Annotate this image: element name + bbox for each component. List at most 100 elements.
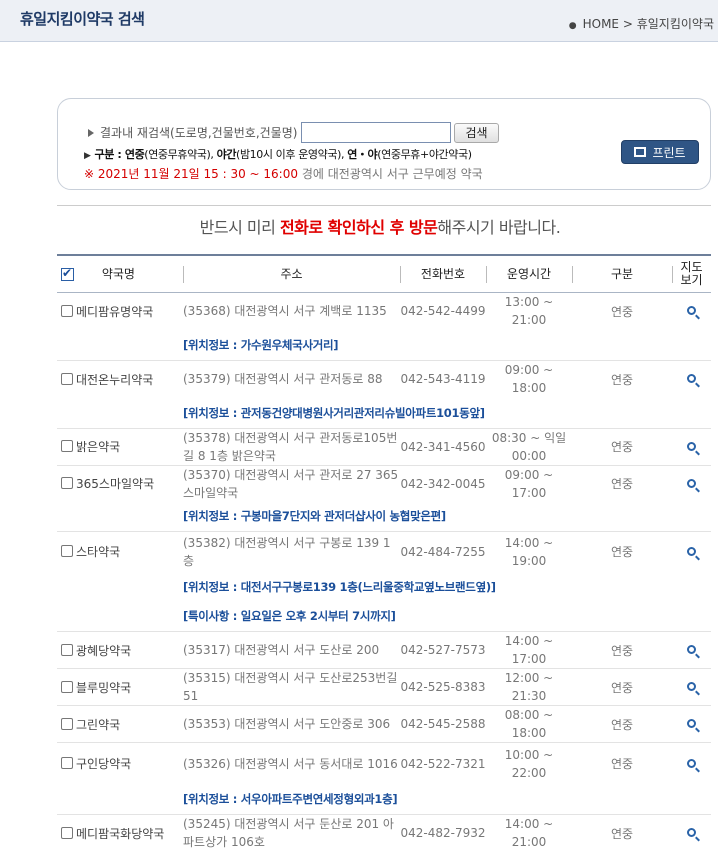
pharmacy-name[interactable]: 밝은약국 [76,440,120,454]
magnifier-icon[interactable] [687,828,696,837]
breadcrumb-home[interactable]: HOME [583,17,619,31]
pharmacy-name[interactable]: 광혜당약국 [76,644,131,658]
map-view-cell [672,531,711,572]
row-checkbox[interactable] [61,680,73,693]
magnifier-icon[interactable] [687,758,696,768]
operating-hours: 09:00 ~ 17:00 [486,464,572,502]
phone-number: 042-542-4499 [400,304,486,319]
pharmacy-name-cell: 스타약국 [57,531,183,572]
row-checkbox[interactable] [61,717,73,730]
phone-number: 042-545-2588 [400,705,486,743]
breadcrumb-current: 휴일지킴이약국 [636,17,714,31]
operating-hours: 12:00 ~ 21:30 [486,668,572,706]
address: (35317) 대전광역시 서구 도산로 200 [183,631,400,669]
magnifier-icon[interactable] [687,546,696,556]
legend-yagan: 야간 [216,148,237,161]
search-label: 결과내 재검색(도로명,건물번호,건물명) [100,126,298,140]
phone-number: 042-527-7573 [400,631,486,669]
printer-icon [634,147,647,157]
row-checkbox[interactable] [61,477,73,489]
row-checkbox[interactable] [61,757,73,770]
row-checkbox[interactable] [61,826,73,839]
table-row: 메디팜유명약국 (35368) 대전광역시 서구 계백로 1135 042-542-… [57,292,711,330]
phone-number: 042-341-4560 [400,427,486,465]
category: 연중 [572,742,672,785]
table-row: 밝은약국 (35378) 대전광역시 서구 관저동로105번길 8 1층 밝은약국… [57,427,711,465]
address: (35368) 대전광역시 서구 계백로 1135 [183,304,387,319]
header-tel: 전화번호 [400,254,486,293]
legend-yeonjung-desc: (연중무휴약국), [144,148,217,161]
search-status: ※ 2021년 11월 21일 15 : 30 ~ 16:00 경에 대전광역시… [84,165,483,182]
location-info: [위치정보 : 구봉마을7단지와 관저더샵사이 농협맞은편] [183,509,446,524]
operating-hours: 14:00 ~ 21:00 [486,814,572,851]
map-view-cell [672,359,711,398]
magnifier-icon[interactable] [687,682,696,691]
pharmacy-name[interactable]: 블루밍약국 [76,681,131,695]
pharmacy-name[interactable]: 그린약국 [76,718,120,732]
pharmacy-name[interactable]: 메디팜유명약국 [76,305,153,319]
operating-hours: 14:00 ~ 17:00 [486,631,572,669]
row-checkbox[interactable] [61,545,73,558]
table-row-detail: [특이사항 : 일요일은 오후 2시부터 7시까지] [57,602,711,632]
header-map: 지도보기 [672,254,711,293]
magnifier-icon[interactable] [687,374,696,384]
pharmacy-name-cell: 밝은약국 [57,427,183,465]
operating-hours: 13:00 ~ 21:00 [504,295,554,328]
phone-number: 042-342-0045 [400,464,486,502]
notice-part1: 반드시 미리 [199,218,280,237]
print-button[interactable]: 프린트 [621,140,699,164]
phone-number: 042-484-7255 [400,531,486,572]
table-row: 메디팜국화당약국 (35245) 대전광역시 서구 둔산로 201 아파트상가 1… [57,814,711,851]
table-row: 구인당약국 (35326) 대전광역시 서구 동서대로 1016 042-522-7… [57,742,711,785]
operating-hours: 09:00 ~ 18:00 [486,359,572,398]
map-view-cell [672,742,711,785]
magnifier-icon[interactable] [687,719,696,728]
select-all-checkbox[interactable] [61,266,74,282]
page-header: 휴일지킴이약국 검색 ● HOME > 휴일지킴이약국 [0,0,718,42]
pharmacy-name[interactable]: 메디팜국화당약국 [76,827,164,841]
magnifier-icon[interactable] [687,441,696,451]
magnifier-icon[interactable] [687,645,696,654]
breadcrumb: ● HOME > 휴일지킴이약국 [569,15,714,32]
operating-hours: 08:00 ~ 18:00 [486,705,572,743]
table-row: 대전온누리약국 (35379) 대전광역시 서구 관저동로 88 042-543-4… [57,359,711,398]
pharmacy-name-cell: 365스마일약국 [57,464,183,502]
address: (35353) 대전광역시 서구 도안중로 306 [183,705,400,743]
table-row-detail: [위치정보 : 대전서구구봉로139 1층(느리울중학교옆노브랜드옆)] [57,572,711,602]
search-input[interactable] [301,122,452,143]
address: (35326) 대전광역시 서구 동서대로 1016 [183,742,400,785]
map-view-cell [672,814,711,851]
magnifier-icon[interactable] [687,306,696,316]
location-info: [위치정보 : 관저동건양대병원사거리관저리슈빌아파트101동앞] [183,405,485,420]
table-row: 그린약국 (35353) 대전광역시 서구 도안중로 306 042-545-258… [57,705,711,743]
row-checkbox[interactable] [61,643,73,656]
arrow-bullet-icon: ▶ [84,151,91,161]
pharmacy-name[interactable]: 대전온누리약국 [76,373,153,387]
notice-message: 반드시 미리 전화로 확인하신 후 방문해주시기 바랍니다. [0,214,718,238]
location-info: [위치정보 : 대전서구구봉로139 1층(느리울중학교옆노브랜드옆)] [183,579,496,594]
table-header-row: 약국명 주소 전화번호 운영시간 구분 지도보기 [57,254,711,293]
row-checkbox[interactable] [61,440,73,452]
pharmacy-name-cell: 메디팜국화당약국 [57,814,183,851]
pharmacy-rows: 메디팜유명약국 (35368) 대전광역시 서구 계백로 1135 042-542-… [57,292,711,851]
divider [57,205,711,206]
pharmacy-name[interactable]: 스타약국 [76,545,120,559]
location-info: [특이사항 : 일요일은 오후 2시부터 7시까지] [183,609,396,624]
pharmacy-name[interactable]: 구인당약국 [76,757,131,771]
print-label: 프린트 [652,145,686,160]
status-desc: 경에 대전광역시 서구 근무예정 약국 [298,167,483,181]
row-checkbox[interactable] [61,304,73,317]
header-time: 운영시간 [486,254,572,293]
pharmacy-name-cell: 메디팜유명약국 [57,292,183,330]
magnifier-icon[interactable] [687,478,696,488]
row-checkbox[interactable] [61,372,73,385]
address: (35378) 대전광역시 서구 관저동로105번길 8 1층 밝은약국 [183,427,400,465]
pharmacy-name-cell: 블루밍약국 [57,668,183,706]
pharmacy-name-cell: 그린약국 [57,705,183,743]
category: 연중 [572,814,672,851]
search-button[interactable]: 검색 [454,122,499,143]
breadcrumb-separator: > [622,17,633,31]
category: 연중 [610,304,634,319]
location-info: [위치정보 : 가수원우체국사거리] [183,337,339,352]
pharmacy-name[interactable]: 365스마일약국 [76,477,154,491]
